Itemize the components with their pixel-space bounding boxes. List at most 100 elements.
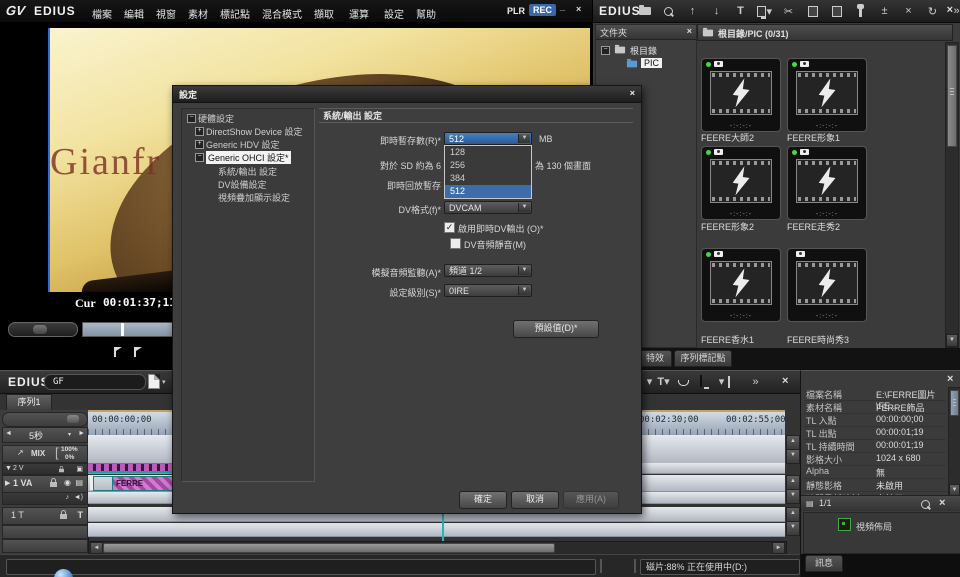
- track-header-1t[interactable]: 1 T T: [2, 507, 88, 525]
- waveform-icon[interactable]: ♪: [66, 494, 70, 501]
- position-marker[interactable]: [121, 323, 124, 336]
- project-field[interactable]: GF: [44, 374, 146, 390]
- chevron-down-icon[interactable]: ▼: [518, 134, 530, 143]
- shuttle-grip[interactable]: [33, 325, 47, 334]
- lock-icon[interactable]: [50, 482, 57, 487]
- scroll-down-icon[interactable]: ▼: [946, 334, 958, 347]
- scroll-down-icon[interactable]: ▼: [786, 521, 800, 536]
- scale-right-icon[interactable]: ►: [78, 430, 85, 437]
- track-expand-icon[interactable]: ▼: [5, 465, 12, 472]
- import-icon[interactable]: ↓: [709, 4, 724, 19]
- mark-out-icon[interactable]: [134, 347, 136, 357]
- hscrollbar-thumb[interactable]: [103, 543, 555, 553]
- search-icon[interactable]: [661, 4, 676, 19]
- root-folder-label[interactable]: 根目錄: [630, 44, 657, 57]
- close-button[interactable]: ×: [576, 4, 581, 14]
- pic-folder-label[interactable]: PIC: [641, 58, 662, 68]
- eye-icon[interactable]: ◉: [64, 478, 71, 487]
- properties-close-icon[interactable]: ×: [947, 373, 953, 385]
- dv-out-checkbox[interactable]: ✓: [444, 222, 455, 233]
- tab-effects[interactable]: 特效: [638, 350, 672, 367]
- new-sequence-caret-icon[interactable]: ▾: [162, 378, 166, 386]
- bin-scrollbar-thumb[interactable]: [947, 45, 957, 147]
- tree-generic-ohci[interactable]: Generic OHCI 設定*: [206, 151, 291, 164]
- track-expand-icon[interactable]: ▶: [5, 479, 10, 487]
- bin-scrollbar[interactable]: ▼: [945, 42, 959, 348]
- menu-capture[interactable]: 擷取: [314, 6, 334, 21]
- mark-in-icon[interactable]: [114, 347, 116, 357]
- track-header-2v[interactable]: ▼ 2 V ▣: [2, 463, 88, 475]
- title-tool-icon[interactable]: T: [733, 4, 748, 19]
- scale-caret-icon[interactable]: ▾: [68, 431, 71, 438]
- tab-sequence-markers[interactable]: 序列標記點: [674, 350, 732, 367]
- properties-scrollbar-thumb[interactable]: [950, 390, 959, 416]
- menu-file[interactable]: 檔案: [92, 6, 112, 21]
- audio-monitor-combobox[interactable]: 頻道 1/2▼: [444, 264, 532, 277]
- tree-video-overlay[interactable]: 視頻疊加顯示設定: [218, 191, 290, 204]
- chevron-down-icon[interactable]: ▼: [518, 286, 530, 295]
- dv-format-combobox[interactable]: DVCAM▼: [444, 201, 532, 214]
- scale-left-icon[interactable]: ◄: [5, 430, 12, 437]
- tree-hardware[interactable]: 硬體設定: [198, 112, 234, 125]
- dropdown-option-512[interactable]: 512: [445, 185, 531, 198]
- overwrite-icon[interactable]: ±: [877, 4, 892, 19]
- monitor-icon[interactable]: ▾: [757, 4, 772, 19]
- clip-thumbnail[interactable]: -:-:-:-: [787, 58, 867, 132]
- tree-directshow[interactable]: DirectShow Device 設定: [206, 125, 303, 138]
- buffer-combobox[interactable]: 512▼: [444, 132, 532, 145]
- menu-clip[interactable]: 素材: [188, 6, 208, 21]
- timescale-control[interactable]: ◄ 5秒 ▾ ►: [2, 427, 88, 443]
- minimize-button[interactable]: _: [560, 2, 565, 12]
- properties-scrollbar[interactable]: ▼: [948, 387, 960, 497]
- copy-icon[interactable]: [805, 4, 820, 19]
- tree-expand-icon[interactable]: +: [195, 127, 204, 136]
- link-icon[interactable]: ↗: [17, 448, 24, 457]
- apply-button[interactable]: 應用(A): [563, 491, 619, 509]
- title-track-icon[interactable]: T: [78, 510, 84, 520]
- clip-thumbnail[interactable]: -:-:-:-: [701, 146, 781, 220]
- menu-settings[interactable]: 設定: [384, 6, 404, 21]
- folder-up-icon[interactable]: ↑: [685, 4, 700, 19]
- ok-button[interactable]: 確定: [459, 491, 507, 509]
- tree-generic-hdv[interactable]: Generic HDV 設定: [206, 138, 280, 151]
- tree-dv-device[interactable]: DV設備設定: [218, 178, 267, 191]
- scroll-up-icon[interactable]: ▲: [786, 475, 800, 490]
- scroll-down-icon[interactable]: ▼: [786, 449, 800, 464]
- default-button[interactable]: 預設值(D)*: [513, 320, 599, 338]
- tree-system-output[interactable]: 系統/輸出 設定: [218, 165, 277, 178]
- tree-expand-icon[interactable]: +: [195, 140, 204, 149]
- video-layout-item[interactable]: 視頻佈局: [856, 520, 892, 533]
- zoom-grip[interactable]: [67, 415, 79, 423]
- speaker-icon[interactable]: ◄): [74, 494, 83, 501]
- dialog-close-icon[interactable]: ×: [630, 88, 635, 98]
- scroll-up-icon[interactable]: ▲: [786, 507, 800, 522]
- audio-subrow[interactable]: ♪ ◄): [2, 492, 88, 505]
- track-header-1va[interactable]: ▶ 1 VA ◉ ▤: [2, 475, 88, 493]
- grid-icon[interactable]: [728, 377, 730, 387]
- scroll-down-icon[interactable]: ▼: [786, 489, 800, 504]
- tab-message[interactable]: 訊息: [805, 555, 843, 572]
- tree-collapse-icon[interactable]: −: [187, 114, 196, 123]
- level-combobox[interactable]: 0IRE▼: [444, 284, 532, 297]
- cancel-button[interactable]: 取消: [511, 491, 559, 509]
- ferre-clip[interactable]: FERRE: [112, 476, 174, 491]
- menu-mode[interactable]: 混合模式: [262, 6, 302, 21]
- more-chevron-icon[interactable]: »: [748, 374, 763, 389]
- tree-collapse-icon[interactable]: −: [195, 153, 204, 162]
- clip-strip-2v[interactable]: [88, 463, 172, 473]
- clip-thumbnail[interactable]: -:-:-:-: [701, 58, 781, 132]
- display-mode-icon[interactable]: [700, 376, 702, 386]
- folder-panel-close-icon[interactable]: ×: [687, 26, 692, 36]
- refresh-icon[interactable]: ↻: [925, 4, 940, 19]
- toolbar-caret-icon[interactable]: ▾: [642, 374, 657, 389]
- search-icon[interactable]: [921, 500, 930, 509]
- scroll-up-icon[interactable]: ▲: [786, 435, 800, 450]
- timeline-zoom-slider[interactable]: [2, 412, 88, 427]
- dropdown-option-128[interactable]: 128: [445, 146, 531, 159]
- bin-close-icon[interactable]: ×: [947, 4, 953, 16]
- lock-icon[interactable]: [60, 514, 67, 519]
- tab-sequence1[interactable]: 序列1: [6, 394, 52, 410]
- folder-icon[interactable]: [637, 4, 652, 19]
- pin-icon[interactable]: [853, 4, 868, 19]
- cut-icon[interactable]: ✂: [781, 4, 796, 19]
